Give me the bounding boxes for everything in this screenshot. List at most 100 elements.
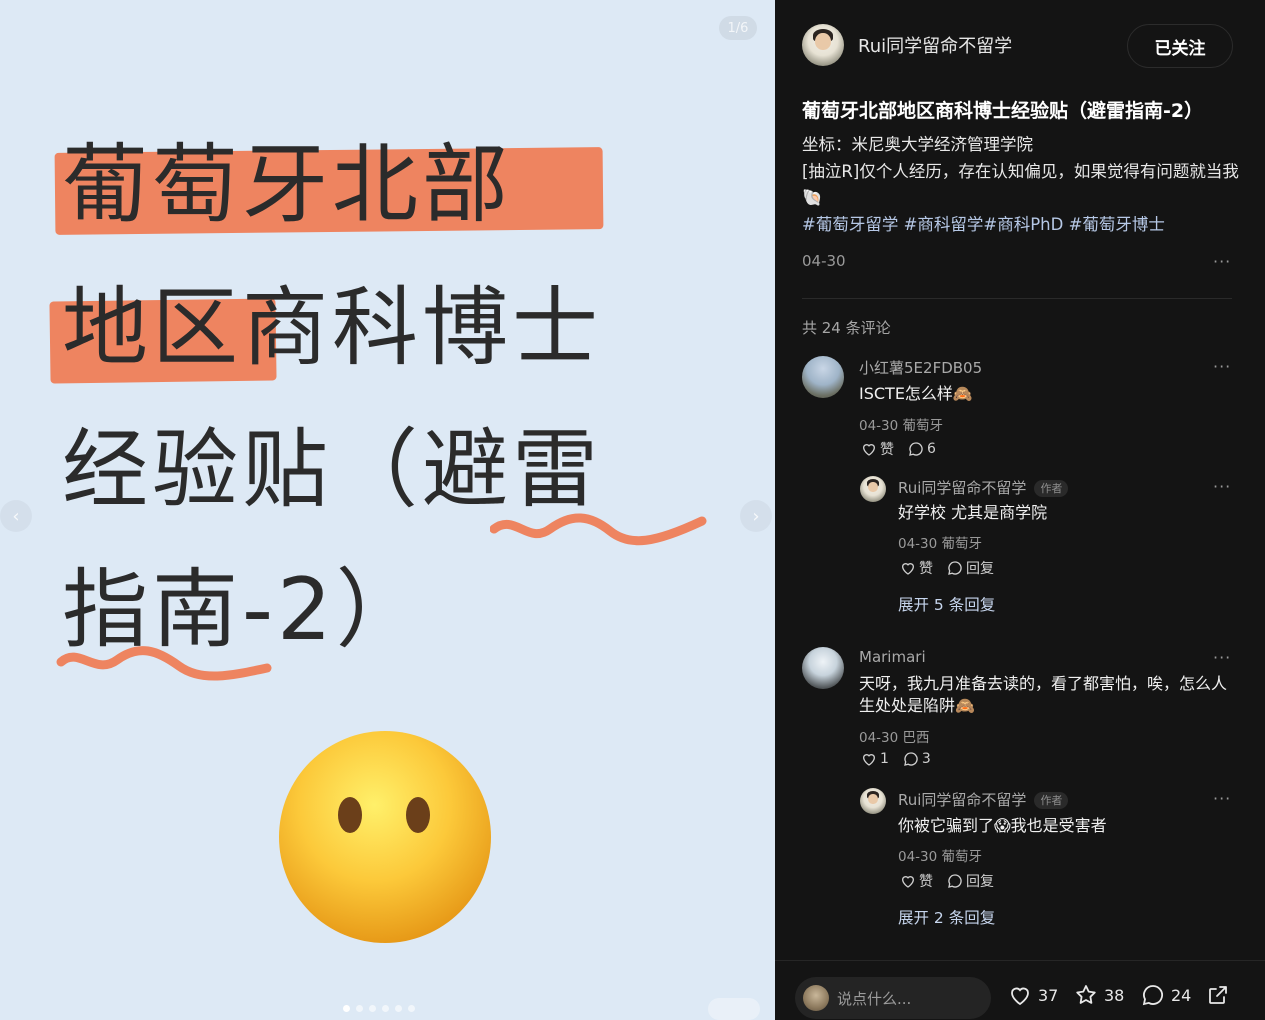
- underline-squiggle: [490, 513, 707, 546]
- like-count: 1: [880, 751, 889, 767]
- commenter-name[interactable]: Marimari: [859, 648, 926, 666]
- comment-bubble-icon: [948, 874, 962, 888]
- share-button[interactable]: [1206, 983, 1230, 1007]
- heart-icon: [862, 444, 876, 456]
- comment-reply-button[interactable]: 6: [908, 441, 936, 457]
- star-icon: [1076, 985, 1096, 1004]
- carousel-dot[interactable]: [395, 1005, 402, 1012]
- reply-text: 你被它骗到了😱我也是受害者: [898, 816, 1107, 835]
- expand-replies-link[interactable]: 展开 2 条回复: [898, 906, 995, 928]
- headline-line-1: 葡萄牙北部: [62, 135, 512, 235]
- comment-meta: 04-30 葡萄牙: [859, 418, 944, 434]
- carousel-dots[interactable]: [343, 1005, 415, 1012]
- carousel-dot[interactable]: [369, 1005, 376, 1012]
- chevron-right-icon: ›: [752, 505, 760, 527]
- slide-counter: 1/6: [719, 16, 757, 40]
- collect-count: 38: [1104, 985, 1125, 1005]
- carousel-dot[interactable]: [343, 1005, 350, 1012]
- comment-more-button[interactable]: ···: [1213, 648, 1231, 667]
- comments-count: 24: [1171, 985, 1192, 1005]
- comment-bubble-icon: [904, 752, 918, 766]
- reply-count: 6: [927, 441, 936, 457]
- heart-icon: [901, 876, 915, 888]
- author-avatar[interactable]: [802, 24, 844, 66]
- prev-slide-button[interactable]: ‹: [0, 500, 32, 532]
- reply-reply-button[interactable]: 回复: [947, 871, 994, 891]
- like-label: 赞: [919, 561, 933, 577]
- reply-more-button[interactable]: ···: [1213, 477, 1231, 496]
- note-date: 04-30: [802, 252, 846, 270]
- carousel-dot[interactable]: [356, 1005, 363, 1012]
- comment-text: ISCTE怎么样🙈: [859, 384, 973, 403]
- commenter-name[interactable]: 小红薯5E2FDB05: [859, 357, 982, 378]
- share-icon: [1209, 986, 1227, 1004]
- comment-like-button[interactable]: 1: [861, 751, 889, 767]
- reply-label: 回复: [966, 874, 994, 890]
- reply-author-avatar[interactable]: [860, 476, 886, 502]
- like-button[interactable]: 37: [1008, 983, 1058, 1007]
- heart-icon: [901, 563, 915, 575]
- image-corner-button[interactable]: [708, 998, 760, 1020]
- heart-icon: [1011, 987, 1029, 1006]
- reply-author-avatar[interactable]: [860, 788, 886, 814]
- headline-line-2: 地区商科博士: [62, 278, 602, 378]
- like-label: 赞: [919, 874, 933, 890]
- reply-author-label: Rui同学留命不留学: [898, 791, 1027, 809]
- expand-replies-link[interactable]: 展开 5 条回复: [898, 593, 995, 615]
- engagement-bar: 说点什么... 37 38 24: [775, 960, 1265, 1020]
- note-tags[interactable]: #葡萄牙留学 #商科留学#商科PhD #葡萄牙博士: [802, 211, 1165, 235]
- note-title: 葡萄牙北部地区商科博士经验贴（避雷指南-2）: [802, 100, 1204, 122]
- collect-button[interactable]: 38: [1074, 983, 1124, 1007]
- author-name[interactable]: Rui同学留命不留学: [858, 32, 1012, 58]
- commenter-avatar[interactable]: [802, 356, 844, 398]
- reply-meta: 04-30 葡萄牙: [898, 849, 983, 865]
- note-desc-line: 坐标：米尼奥大学经济管理学院: [802, 135, 1033, 154]
- comment-input[interactable]: 说点什么...: [795, 977, 991, 1019]
- comment-actions: 赞 6: [861, 439, 936, 459]
- reply-like-button[interactable]: 赞: [900, 871, 933, 891]
- comment-reply-button[interactable]: 3: [903, 751, 931, 767]
- comment-like-button[interactable]: 赞: [861, 439, 894, 459]
- note-image-carousel[interactable]: 1/6 ‹ › 葡萄牙北部 地区商科博士 经验贴（避雷 指南-2）: [0, 0, 775, 1020]
- reply-actions: 赞 回复: [900, 558, 994, 578]
- comment-count: 共 24 条评论: [802, 319, 891, 337]
- author-badge: 作者: [1034, 792, 1069, 809]
- reply-author-name[interactable]: Rui同学留命不留学 作者: [898, 789, 1069, 810]
- note-more-button[interactable]: ···: [1213, 252, 1231, 271]
- next-slide-button[interactable]: ›: [740, 500, 772, 532]
- commenter-avatar[interactable]: [802, 647, 844, 689]
- underline-squiggle: [56, 646, 272, 681]
- comment-meta: 04-30 巴西: [859, 730, 930, 746]
- carousel-dot[interactable]: [408, 1005, 415, 1012]
- like-count: 37: [1038, 985, 1059, 1005]
- comment-more-button[interactable]: ···: [1213, 357, 1231, 376]
- shell-emoji: 🐚: [802, 188, 823, 207]
- reply-like-button[interactable]: 赞: [900, 558, 933, 578]
- chevron-left-icon: ‹: [12, 505, 20, 527]
- note-desc-line: [抽泣R]仅个人经历，存在认知偏见，如果觉得有问题就当我 🐚: [802, 159, 1242, 212]
- note-desc-text: [抽泣R]仅个人经历，存在认知偏见，如果觉得有问题就当我: [802, 161, 1239, 181]
- follow-button[interactable]: 已关注: [1127, 24, 1233, 68]
- comment-bubble-icon: [948, 561, 962, 575]
- author-bar[interactable]: Rui同学留命不留学: [802, 24, 1012, 66]
- heart-icon: [862, 754, 876, 766]
- divider: [802, 298, 1232, 299]
- comments-button[interactable]: 24: [1141, 983, 1191, 1007]
- reply-reply-button[interactable]: 回复: [947, 558, 994, 578]
- comment-input-placeholder: 说点什么...: [837, 989, 912, 1008]
- current-user-avatar: [803, 985, 829, 1011]
- reply-author-name[interactable]: Rui同学留命不留学 作者: [898, 477, 1069, 498]
- carousel-dot[interactable]: [382, 1005, 389, 1012]
- reply-label: 回复: [966, 561, 994, 577]
- note-description: 坐标：米尼奥大学经济管理学院 [抽泣R]仅个人经历，存在认知偏见，如果觉得有问题…: [802, 132, 1242, 212]
- author-badge: 作者: [1034, 480, 1069, 497]
- comment-text: 天呀，我九月准备去读的，看了都害怕，唉，怎么人生处处是陷阱🙈: [859, 674, 1228, 715]
- comment-actions: 1 3: [861, 751, 931, 767]
- reply-actions: 赞 回复: [900, 871, 994, 891]
- reply-meta: 04-30 葡萄牙: [898, 536, 983, 552]
- no-mouth-face-emoji: [279, 731, 491, 943]
- like-label: 赞: [880, 442, 894, 458]
- reply-more-button[interactable]: ···: [1213, 789, 1231, 808]
- reply-text: 好学校 尤其是商学院: [898, 503, 1048, 522]
- reply-count: 3: [921, 751, 931, 767]
